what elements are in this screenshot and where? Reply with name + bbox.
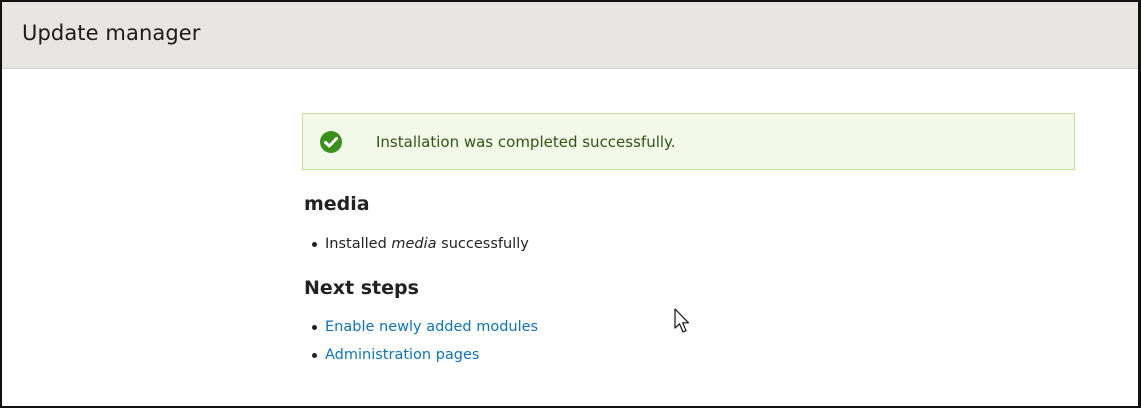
list-item: Installed media successfully [312,230,529,258]
module-name: media [391,236,437,252]
status-message: Installation was completed successfully. [302,113,1075,170]
administration-pages-link[interactable]: Administration pages [325,347,479,363]
next-steps-list: Enable newly added modules Administratio… [312,313,538,369]
list-item: Enable newly added modules [312,313,538,341]
result-suffix: successfully [436,236,529,252]
status-text: Installation was completed successfully. [376,133,676,151]
mouse-pointer-icon [674,308,690,333]
window-frame: Update manager Installation was complete… [0,0,1141,408]
page-header: Update manager [2,2,1138,69]
list-item: Administration pages [312,341,538,369]
next-steps-heading: Next steps [304,277,419,299]
check-circle-icon [320,131,342,153]
main-content: Installation was completed successfully.… [302,113,1077,363]
module-result-list: Installed media successfully [312,230,529,258]
page-title: Update manager [22,21,201,45]
module-heading: media [304,193,370,215]
result-prefix: Installed [325,236,392,252]
enable-modules-link[interactable]: Enable newly added modules [325,319,538,335]
